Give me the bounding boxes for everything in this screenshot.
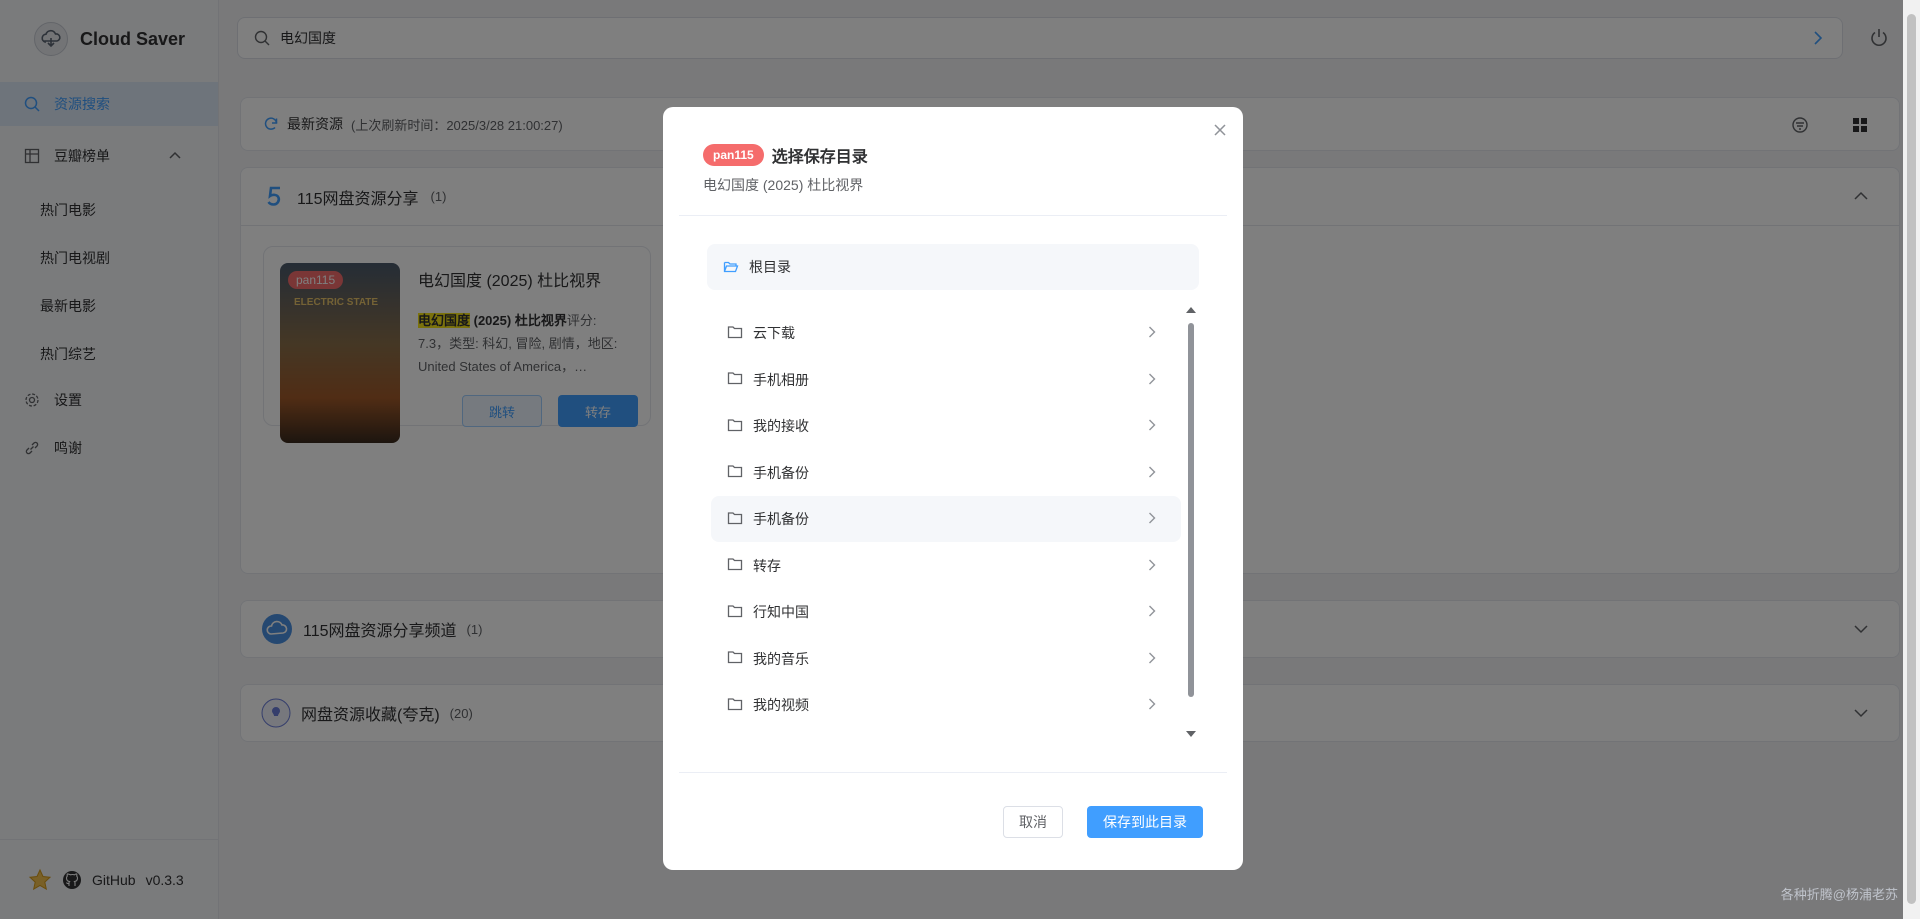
- folder-open-icon: [723, 261, 739, 273]
- chevron-right-icon[interactable]: [1145, 697, 1159, 714]
- scrollbar-thumb[interactable]: [1188, 323, 1194, 697]
- folder-label: 我的接收: [753, 418, 809, 434]
- folder-row[interactable]: 转存: [711, 543, 1181, 589]
- chevron-right-icon[interactable]: [1145, 558, 1159, 575]
- divider: [679, 772, 1227, 773]
- scroll-up-arrow-icon[interactable]: [1186, 307, 1196, 313]
- select-folder-dialog: pan115 选择保存目录 电幻国度 (2025) 杜比视界 根目录 云下载手机…: [663, 107, 1243, 870]
- folder-row[interactable]: 我的视频: [711, 682, 1181, 728]
- chevron-right-icon[interactable]: [1145, 511, 1159, 528]
- scroll-down-arrow-icon[interactable]: [1186, 731, 1196, 737]
- folder-icon: [727, 556, 743, 575]
- watermark: 各种折腾@杨浦老苏: [1780, 887, 1898, 902]
- folder-label: 转存: [753, 557, 781, 574]
- dialog-header: pan115 选择保存目录: [703, 143, 868, 167]
- folder-list-scrollbar[interactable]: [1186, 307, 1196, 737]
- folder-row[interactable]: 行知中国: [711, 589, 1181, 635]
- folder-label: 手机备份: [753, 464, 809, 481]
- folder-label: 我的视频: [753, 697, 809, 713]
- folder-label: 手机备份: [753, 511, 809, 527]
- folder-icon: [727, 696, 743, 715]
- cancel-button[interactable]: 取消: [1003, 806, 1063, 838]
- folder-row[interactable]: 手机相册: [711, 357, 1181, 403]
- dialog-title: 选择保存目录: [771, 149, 868, 166]
- folder-row[interactable]: 手机备份: [711, 450, 1181, 496]
- close-icon[interactable]: [1213, 121, 1227, 142]
- chevron-right-icon[interactable]: [1145, 651, 1159, 668]
- folder-label: 手机相册: [753, 371, 809, 388]
- dialog-tag: pan115: [703, 144, 764, 166]
- folder-row[interactable]: 手机备份: [711, 496, 1181, 542]
- divider: [679, 215, 1227, 216]
- chevron-right-icon[interactable]: [1145, 604, 1159, 621]
- chevron-right-icon[interactable]: [1145, 372, 1159, 389]
- folder-label: 我的音乐: [753, 650, 809, 667]
- folder-icon: [727, 417, 743, 436]
- save-to-folder-button[interactable]: 保存到此目录: [1087, 806, 1203, 838]
- folder-icon: [727, 510, 743, 529]
- folder-row[interactable]: 我的接收: [711, 403, 1181, 449]
- dialog-subtitle: 电幻国度 (2025) 杜比视界: [703, 177, 864, 193]
- folder-row[interactable]: 我的音乐: [711, 636, 1181, 682]
- root-label: 根目录: [749, 259, 791, 275]
- chevron-right-icon[interactable]: [1145, 418, 1159, 435]
- scrollbar-thumb[interactable]: [1907, 14, 1916, 904]
- chevron-right-icon[interactable]: [1145, 325, 1159, 342]
- page-scrollbar[interactable]: [1903, 0, 1920, 919]
- folder-icon: [727, 603, 743, 622]
- folder-icon: [727, 649, 743, 668]
- folder-label: 行知中国: [753, 604, 809, 620]
- folder-icon: [727, 370, 743, 389]
- folder-icon: [727, 324, 743, 343]
- folder-row[interactable]: 云下载: [711, 310, 1181, 356]
- root-folder-row[interactable]: 根目录: [707, 244, 1199, 290]
- folder-label: 云下载: [753, 325, 795, 341]
- folder-icon: [727, 463, 743, 482]
- chevron-right-icon[interactable]: [1145, 465, 1159, 482]
